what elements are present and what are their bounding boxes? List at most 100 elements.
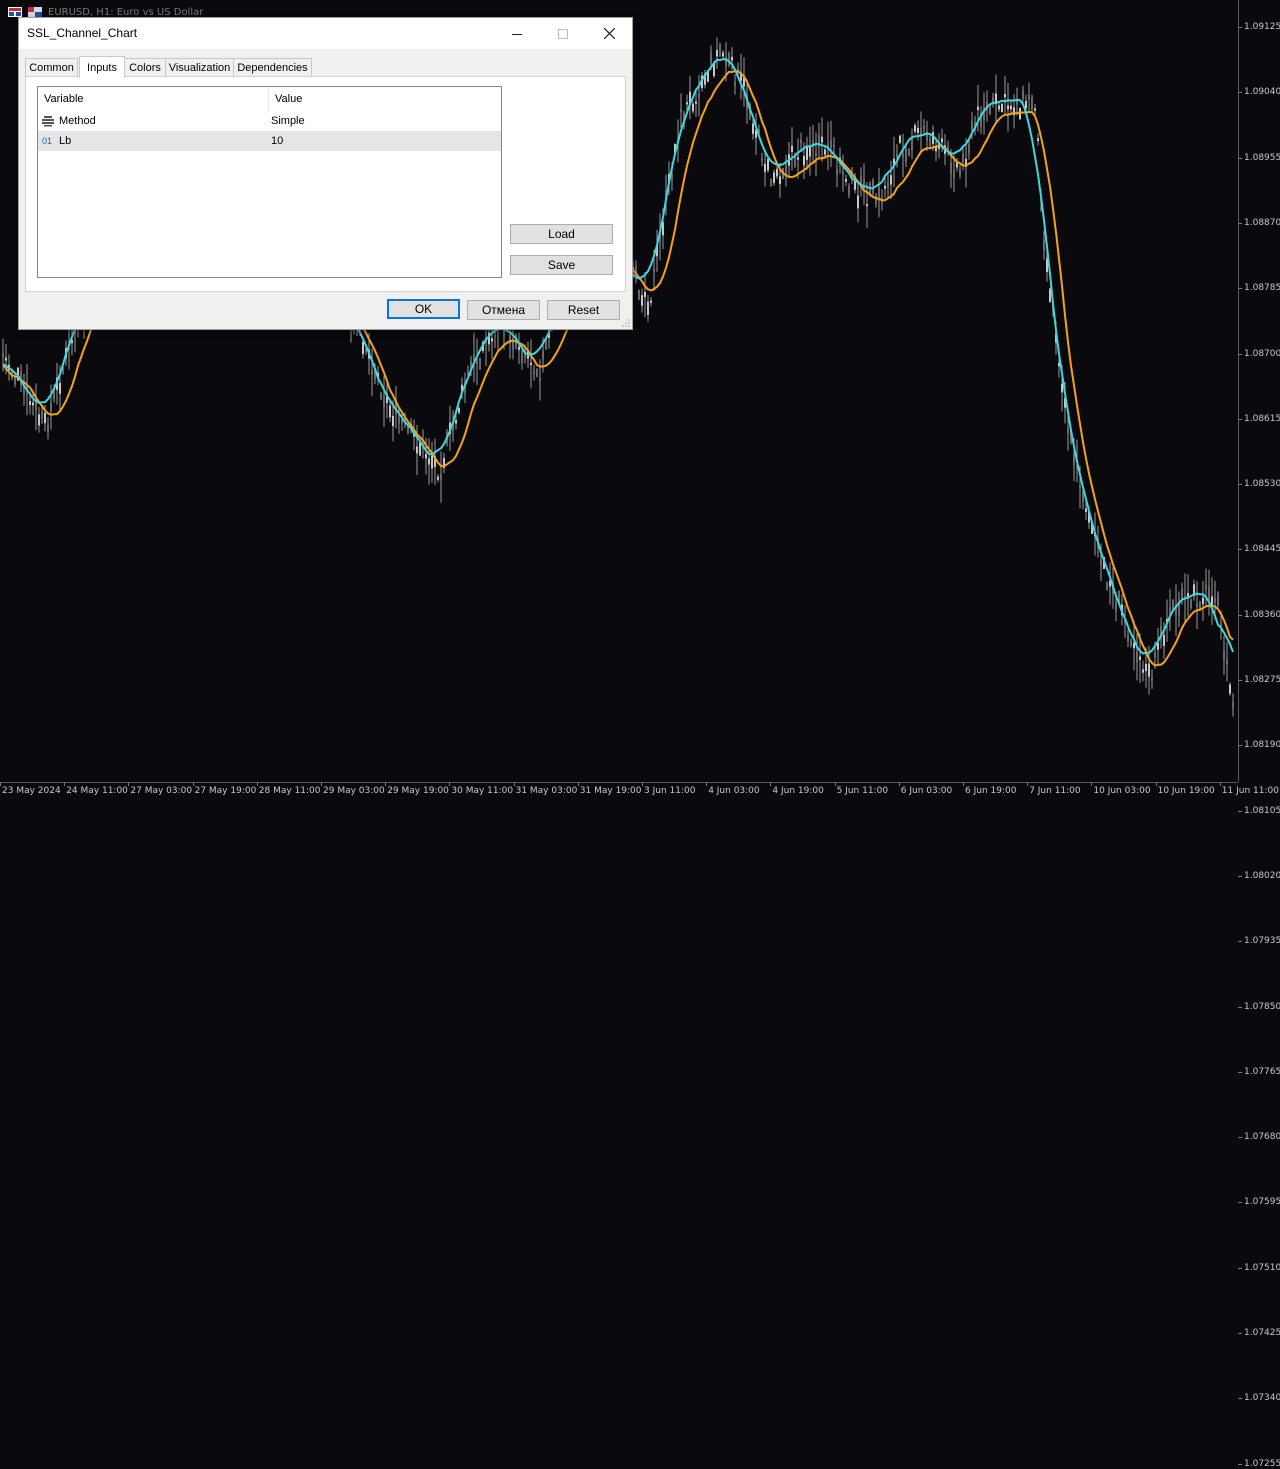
candle-body	[1154, 652, 1156, 658]
candle-body	[845, 178, 847, 182]
candle-body	[383, 395, 385, 407]
candle-body	[1034, 108, 1036, 111]
candle-body	[911, 137, 913, 151]
time-axis-label: 6 Jun 03:00	[900, 786, 953, 796]
close-button[interactable]	[586, 18, 632, 49]
price-axis-tick	[1238, 353, 1242, 355]
load-button[interactable]: Load	[510, 224, 613, 244]
candle-body	[398, 416, 400, 424]
candle-body	[1130, 640, 1132, 646]
minimize-button[interactable]	[494, 18, 540, 49]
candle-body	[50, 403, 52, 411]
candle-body	[1115, 602, 1117, 612]
inputs-grid[interactable]: Variable Value Method Simple 01 Lb 10	[37, 86, 502, 278]
reset-button[interactable]: Reset	[547, 300, 620, 320]
price-axis-label: 1.07425	[1244, 1328, 1280, 1338]
candle-body	[1010, 105, 1012, 110]
candle-body	[1229, 684, 1231, 694]
candle-body	[734, 82, 736, 87]
price-axis-label: 1.07510	[1244, 1262, 1280, 1273]
tab-colors[interactable]: Colors	[124, 58, 166, 77]
candle-body	[1196, 603, 1198, 607]
candle-body	[389, 405, 391, 418]
candle-body	[806, 146, 808, 160]
price-axis-label: 1.09125	[1244, 22, 1280, 32]
candle-body	[731, 56, 733, 61]
column-header-variable[interactable]: Variable	[38, 87, 268, 111]
input-row-lb[interactable]: 01 Lb 10	[38, 131, 501, 151]
time-axis-label: 27 May 19:00	[194, 786, 257, 796]
tab-visualization[interactable]: Visualization	[165, 58, 234, 77]
candle-body	[779, 176, 781, 185]
candle-body	[38, 414, 40, 426]
enum-icon	[42, 116, 54, 127]
price-axis-tick	[1238, 1333, 1242, 1334]
close-icon	[603, 28, 615, 39]
candle-body	[1073, 453, 1075, 466]
price-axis-tick	[1238, 484, 1242, 486]
column-header-value[interactable]: Value	[269, 87, 501, 111]
candle-body	[800, 139, 802, 144]
candle-body	[770, 178, 772, 187]
indicator-properties-dialog[interactable]: SSL_Channel_Chart Common Inputs Colors V…	[18, 17, 633, 330]
candle-body	[653, 268, 655, 273]
candle-body	[371, 369, 373, 375]
candle-body	[2, 353, 4, 357]
price-axis-label: 1.08615	[1244, 413, 1280, 424]
candle-body	[467, 370, 469, 374]
save-button[interactable]: Save	[510, 255, 613, 275]
candle-body	[1100, 559, 1102, 565]
candle-body	[791, 145, 793, 152]
tab-common[interactable]: Common	[25, 58, 78, 77]
candle-body	[392, 415, 394, 427]
candle-body	[1049, 288, 1051, 302]
resize-grip-icon[interactable]	[622, 319, 630, 327]
price-axis-tick	[1238, 1202, 1242, 1204]
time-axis-label: 24 May 11:00	[66, 786, 128, 796]
price-axis[interactable]	[1238, 0, 1280, 782]
time-axis-tick	[64, 782, 66, 786]
candle-body	[752, 123, 754, 134]
candle-body	[1061, 383, 1063, 393]
inputs-panel: Variable Value Method Simple 01 Lb 10 Lo…	[25, 76, 626, 292]
ok-button[interactable]: OK	[387, 299, 460, 319]
price-axis-label: 1.08020	[1244, 870, 1280, 881]
candle-body	[458, 408, 460, 413]
candle-body	[710, 51, 712, 64]
time-axis-tick	[1219, 782, 1221, 786]
candle-body	[32, 402, 34, 406]
input-row-method[interactable]: Method Simple	[38, 111, 501, 131]
candle-body	[1190, 600, 1192, 608]
candle-body	[644, 292, 646, 298]
price-axis-tick	[1238, 288, 1242, 290]
price-axis-label: 1.07765	[1244, 1066, 1280, 1077]
candle-body	[1139, 656, 1141, 660]
candle-body	[440, 474, 442, 480]
candle-body	[884, 185, 886, 189]
candle-body	[824, 149, 826, 155]
candle-body	[647, 301, 649, 316]
price-axis-label: 1.08700	[1244, 348, 1280, 359]
candle-body	[977, 106, 979, 110]
candle-body	[953, 169, 955, 178]
time-axis-tick	[128, 782, 130, 786]
tab-inputs[interactable]: Inputs	[79, 56, 125, 78]
candle-body	[695, 101, 697, 104]
price-axis-label: 1.07680	[1244, 1132, 1280, 1143]
variable-value[interactable]: Simple	[271, 111, 305, 131]
candle-body	[719, 43, 721, 57]
variable-value[interactable]: 10	[271, 131, 283, 151]
cancel-button[interactable]: Отмена	[467, 300, 540, 320]
time-axis-tick	[834, 782, 836, 786]
dialog-titlebar[interactable]: SSL_Channel_Chart	[19, 18, 632, 49]
candle-body	[1067, 428, 1069, 434]
price-axis-label: 1.08190	[1244, 740, 1280, 751]
candle-body	[1151, 677, 1153, 681]
price-axis-label: 1.08530	[1244, 479, 1280, 490]
tab-dependencies[interactable]: Dependencies	[233, 58, 312, 77]
time-axis-label: 11 Jun 11:00	[1221, 786, 1279, 796]
price-axis-tick	[1238, 418, 1242, 420]
candle-body	[1181, 588, 1183, 599]
candle-body	[833, 144, 835, 147]
price-axis-label: 1.08785	[1244, 283, 1280, 294]
